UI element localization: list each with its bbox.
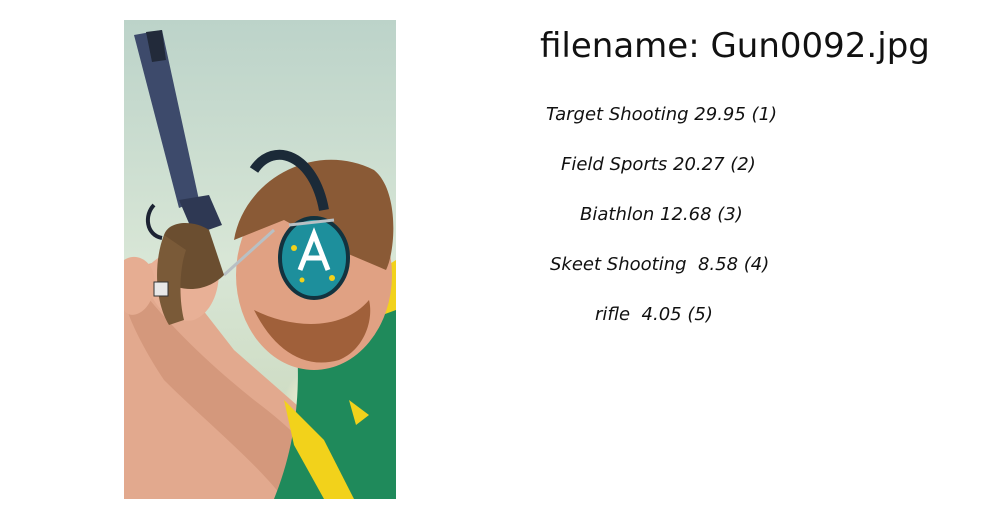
shooter-photo	[124, 20, 396, 499]
prediction-3: Biathlon 12.68 (3)	[580, 204, 743, 225]
photo-preview	[124, 20, 396, 499]
prediction-5: rifle 4.05 (5)	[595, 304, 713, 325]
prediction-4: Skeet Shooting 8.58 (4)	[550, 254, 770, 275]
prediction-1: Target Shooting 29.95 (1)	[546, 104, 778, 125]
earmuff-icon	[278, 216, 350, 300]
filename-title: filename: Gun0092.jpg	[540, 26, 930, 66]
prediction-2: Field Sports 20.27 (2)	[561, 154, 756, 175]
